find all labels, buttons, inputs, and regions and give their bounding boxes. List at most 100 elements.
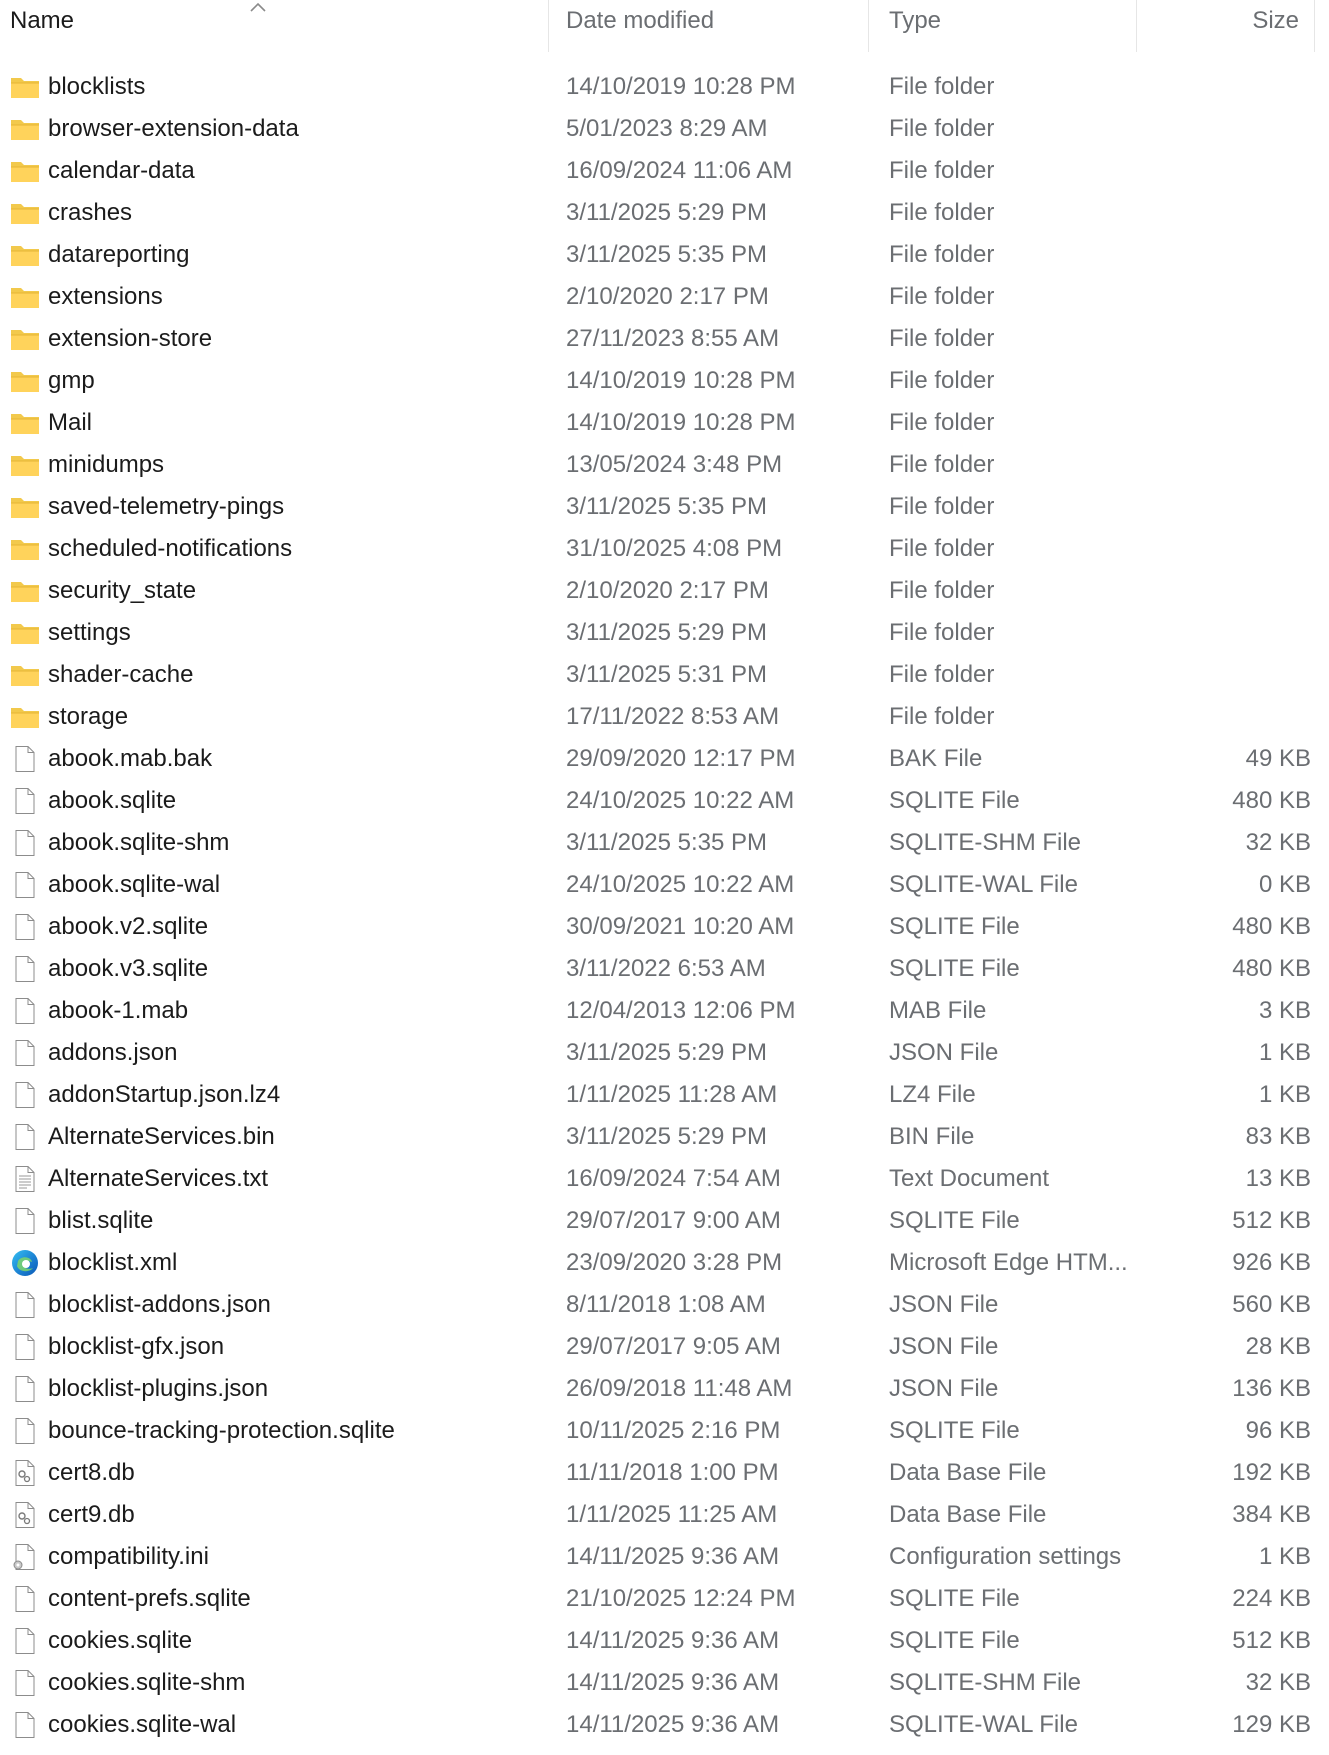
file-icon: [10, 1584, 40, 1614]
file-icon: [10, 828, 40, 858]
column-header-bar: Name Date modified Type Size: [0, 0, 1329, 52]
item-name: addonStartup.json.lz4: [48, 1081, 281, 1108]
item-name: storage: [48, 703, 129, 730]
file-row[interactable]: abook.sqlite 24/10/2025 10:22 AM SQLITE Fi…: [0, 780, 1329, 822]
item-name: gmp: [48, 367, 95, 394]
item-name: minidumps: [48, 451, 165, 478]
file-row[interactable]: blocklist.xml 23/09/2020 3:28 PM Microsoft…: [0, 1242, 1329, 1284]
folder-row[interactable]: shader-cache 3/11/2025 5:31 PM File folder: [0, 654, 1329, 696]
item-date-modified: 30/09/2021 10:20 AM: [566, 913, 795, 940]
file-icon: [10, 996, 40, 1026]
folder-row[interactable]: blocklists 14/10/2019 10:28 PM File folder: [0, 66, 1329, 108]
item-name: content-prefs.sqlite: [48, 1585, 251, 1612]
database-file-icon: [10, 1500, 40, 1530]
folder-row[interactable]: datareporting 3/11/2025 5:35 PM File folde…: [0, 234, 1329, 276]
folder-row[interactable]: scheduled-notifications 31/10/2025 4:08 P…: [0, 528, 1329, 570]
file-row[interactable]: cert9.db 1/11/2025 11:25 AM Data Base File…: [0, 1494, 1329, 1536]
file-row[interactable]: abook-1.mab 12/04/2013 12:06 PM MAB File 3 …: [0, 990, 1329, 1032]
folder-row[interactable]: extension-store 27/11/2023 8:55 AM File fo…: [0, 318, 1329, 360]
folder-row[interactable]: extensions 2/10/2020 2:17 PM File folder: [0, 276, 1329, 318]
file-row[interactable]: abook.v2.sqlite 30/09/2021 10:20 AM SQLITE…: [0, 906, 1329, 948]
item-name: scheduled-notifications: [48, 535, 293, 562]
file-icon: [10, 1290, 40, 1320]
folder-row[interactable]: saved-telemetry-pings 3/11/2025 5:35 PM Fi…: [0, 486, 1329, 528]
item-size: 136 KB: [1232, 1375, 1311, 1402]
item-type: SQLITE File: [889, 913, 1020, 940]
folder-row[interactable]: browser-extension-data 5/01/2023 8:29 AM F…: [0, 108, 1329, 150]
item-name: datareporting: [48, 241, 190, 268]
item-date-modified: 14/11/2025 9:36 AM: [566, 1711, 780, 1738]
item-date-modified: 3/11/2025 5:29 PM: [566, 1039, 768, 1066]
folder-row[interactable]: crashes 3/11/2025 5:29 PM File folder: [0, 192, 1329, 234]
folder-icon: [10, 492, 40, 522]
item-type: Configuration settings: [889, 1543, 1122, 1570]
folder-row[interactable]: settings 3/11/2025 5:29 PM File folder: [0, 612, 1329, 654]
file-row[interactable]: blocklist-addons.json 8/11/2018 1:08 AM JS…: [0, 1284, 1329, 1326]
folder-row[interactable]: minidumps 13/05/2024 3:48 PM File folder: [0, 444, 1329, 486]
file-icon: [10, 1206, 40, 1236]
folder-icon: [10, 324, 40, 354]
item-date-modified: 16/09/2024 11:06 AM: [566, 157, 793, 184]
file-row[interactable]: AlternateServices.txt 16/09/2024 7:54 AM T…: [0, 1158, 1329, 1200]
item-size: 129 KB: [1232, 1711, 1311, 1738]
item-date-modified: 13/05/2024 3:48 PM: [566, 451, 783, 478]
folder-row[interactable]: gmp 14/10/2019 10:28 PM File folder: [0, 360, 1329, 402]
column-divider[interactable]: [868, 0, 869, 52]
sort-ascending-icon: [250, 2, 266, 12]
item-name: cookies.sqlite-wal: [48, 1711, 237, 1738]
item-size: 49 KB: [1245, 745, 1311, 772]
column-divider[interactable]: [1314, 0, 1315, 52]
item-type: SQLITE File: [889, 1627, 1020, 1654]
file-row[interactable]: abook.sqlite-wal 24/10/2025 10:22 AM SQLIT…: [0, 864, 1329, 906]
item-name: AlternateServices.txt: [48, 1165, 269, 1192]
item-date-modified: 29/07/2017 9:00 AM: [566, 1207, 781, 1234]
column-divider[interactable]: [548, 0, 549, 52]
column-header-name[interactable]: Name: [10, 0, 74, 52]
column-divider[interactable]: [1136, 0, 1137, 52]
text-document-icon: [10, 1164, 40, 1194]
folder-row[interactable]: security_state 2/10/2020 2:17 PM File fold…: [0, 570, 1329, 612]
file-row[interactable]: addonStartup.json.lz4 1/11/2025 11:28 AM L…: [0, 1074, 1329, 1116]
folder-icon: [10, 408, 40, 438]
file-row[interactable]: abook.sqlite-shm 3/11/2025 5:35 PM SQLITE-…: [0, 822, 1329, 864]
file-row[interactable]: compatibility.ini 14/11/2025 9:36 AM Confi…: [0, 1536, 1329, 1578]
file-row[interactable]: cookies.sqlite-wal 14/11/2025 9:36 AM SQLI…: [0, 1704, 1329, 1746]
item-type: MAB File: [889, 997, 987, 1024]
file-row[interactable]: addons.json 3/11/2025 5:29 PM JSON File 1 K…: [0, 1032, 1329, 1074]
folder-row[interactable]: storage 17/11/2022 8:53 AM File folder: [0, 696, 1329, 738]
file-icon: [10, 1668, 40, 1698]
item-type: File folder: [889, 535, 995, 562]
item-type: File folder: [889, 409, 995, 436]
item-date-modified: 2/10/2020 2:17 PM: [566, 283, 769, 310]
item-date-modified: 3/11/2025 5:29 PM: [566, 619, 768, 646]
file-icon: [10, 1332, 40, 1362]
folder-row[interactable]: calendar-data 16/09/2024 11:06 AM File fol…: [0, 150, 1329, 192]
file-row[interactable]: cookies.sqlite 14/11/2025 9:36 AM SQLITE F…: [0, 1620, 1329, 1662]
item-size: 32 KB: [1245, 829, 1311, 856]
file-row[interactable]: content-prefs.sqlite 21/10/2025 12:24 PM S…: [0, 1578, 1329, 1620]
file-row[interactable]: cert8.db 11/11/2018 1:00 PM Data Base File…: [0, 1452, 1329, 1494]
column-header-type[interactable]: Type: [889, 0, 941, 52]
file-row[interactable]: blocklist-gfx.json 29/07/2017 9:05 AM JSON…: [0, 1326, 1329, 1368]
folder-icon: [10, 660, 40, 690]
item-date-modified: 11/11/2018 1:00 PM: [566, 1459, 779, 1486]
folder-icon: [10, 156, 40, 186]
folder-row[interactable]: Mail 14/10/2019 10:28 PM File folder: [0, 402, 1329, 444]
column-header-size[interactable]: Size: [1159, 0, 1299, 52]
file-row[interactable]: bounce-tracking-protection.sqlite 10/11/2…: [0, 1410, 1329, 1452]
file-row[interactable]: cookies.sqlite-shm 14/11/2025 9:36 AM SQLI…: [0, 1662, 1329, 1704]
item-size: 224 KB: [1232, 1585, 1311, 1612]
item-name: browser-extension-data: [48, 115, 299, 142]
file-row[interactable]: blist.sqlite 29/07/2017 9:00 AM SQLITE Fil…: [0, 1200, 1329, 1242]
item-date-modified: 21/10/2025 12:24 PM: [566, 1585, 796, 1612]
item-type: JSON File: [889, 1039, 999, 1066]
file-row[interactable]: AlternateServices.bin 3/11/2025 5:29 PM BI…: [0, 1116, 1329, 1158]
column-header-date-modified[interactable]: Date modified: [566, 0, 714, 52]
item-date-modified: 29/09/2020 12:17 PM: [566, 745, 796, 772]
file-row[interactable]: abook.v3.sqlite 3/11/2022 6:53 AM SQLITE F…: [0, 948, 1329, 990]
file-row[interactable]: abook.mab.bak 29/09/2020 12:17 PM BAK File…: [0, 738, 1329, 780]
file-row[interactable]: blocklist-plugins.json 26/09/2018 11:48 A…: [0, 1368, 1329, 1410]
item-date-modified: 14/10/2019 10:28 PM: [566, 367, 796, 394]
item-name: saved-telemetry-pings: [48, 493, 285, 520]
folder-icon: [10, 240, 40, 270]
